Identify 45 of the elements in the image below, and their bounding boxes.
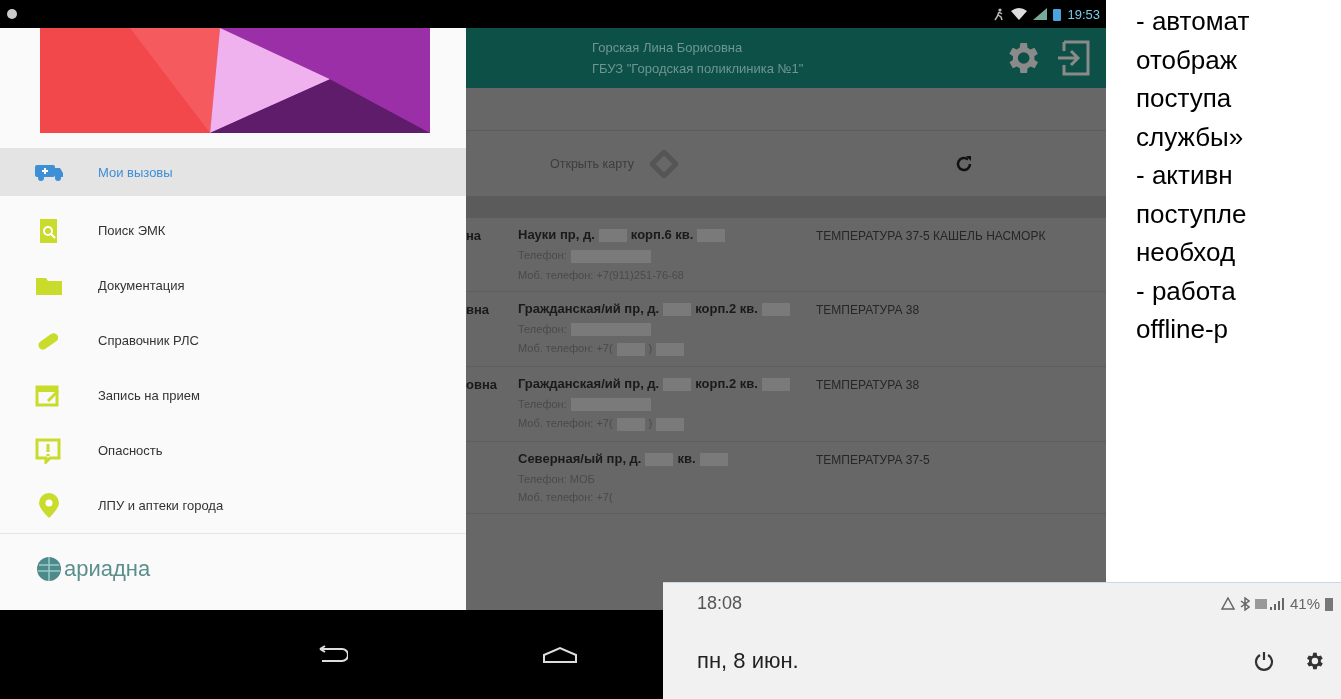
drawer-menu-item[interactable]: Поиск ЭМК (0, 203, 466, 258)
organization-name: ГБУЗ "Городская поликлиника №1" (592, 61, 805, 76)
signal-icon (1033, 8, 1048, 20)
power-icon[interactable] (1253, 650, 1275, 672)
battery-percent: 41% (1289, 595, 1320, 612)
drawer-menu-item[interactable]: Запись на прием (0, 368, 466, 423)
slide-text-line: поступле (1136, 197, 1248, 231)
logout-icon[interactable] (1056, 38, 1092, 78)
drawer-menu-item[interactable]: Документация (0, 258, 466, 313)
complaint-text: ТЕМПЕРАТУРА 37-5 КАШЕЛЬ НАСМОРК (816, 229, 1046, 243)
alert-icon (34, 437, 64, 464)
battery-icon (1053, 7, 1062, 21)
running-person-icon (993, 7, 1006, 21)
complaint-text: ТЕМПЕРАТУРА 38 (816, 302, 920, 317)
patient-name: вна (466, 301, 490, 317)
address-text: Науки пр, д. корп.6 кв. (518, 226, 808, 243)
complaint-text: ТЕМПЕРАТУРА 38 (816, 377, 920, 392)
drawer-menu-item[interactable]: Опасность (0, 423, 466, 478)
slide-text-line: службы» (1136, 120, 1245, 154)
logo-text: ариадна (64, 556, 151, 582)
clock-text: 19:53 (1067, 6, 1100, 22)
address-text: Гражданская/ий пр, д. корп.2 кв. (518, 374, 808, 392)
bluetooth-icon (1239, 596, 1250, 611)
drawer-menu-item[interactable]: ЛПУ и аптеки города (0, 478, 466, 533)
signal-icon (1254, 596, 1285, 611)
date-text: пн, 8 июн. (697, 648, 799, 674)
wifi-icon (1011, 8, 1028, 20)
home-icon[interactable] (542, 645, 578, 664)
patient-name: овна (466, 376, 497, 392)
user-name: Горская Лина Борисовна (592, 40, 744, 55)
globe-logo-icon (36, 556, 62, 582)
slide-text-line: - работа (1136, 274, 1237, 308)
slide-text-line: необход (1136, 236, 1237, 269)
slide-text-line: отображ (1136, 43, 1239, 77)
slide-text-line: - автомат (1136, 5, 1251, 38)
address-text: Северная/ый пр, д. кв. (518, 449, 808, 467)
patient-name: на (466, 228, 482, 243)
drawer-menu-item[interactable]: Справочник РЛС (0, 313, 466, 368)
address-text: Гражданская/ий пр, д. корп.2 кв. (518, 299, 808, 317)
clock-text: 18:08 (697, 593, 743, 614)
slide-text-line: поступа (1136, 82, 1233, 115)
battery-icon (1325, 596, 1333, 611)
slide-text-line: - активн (1136, 159, 1234, 192)
slide-text-line: offline-р (1136, 313, 1230, 346)
complaint-text: ТЕМПЕРАТУРА 37-5 (816, 452, 930, 467)
